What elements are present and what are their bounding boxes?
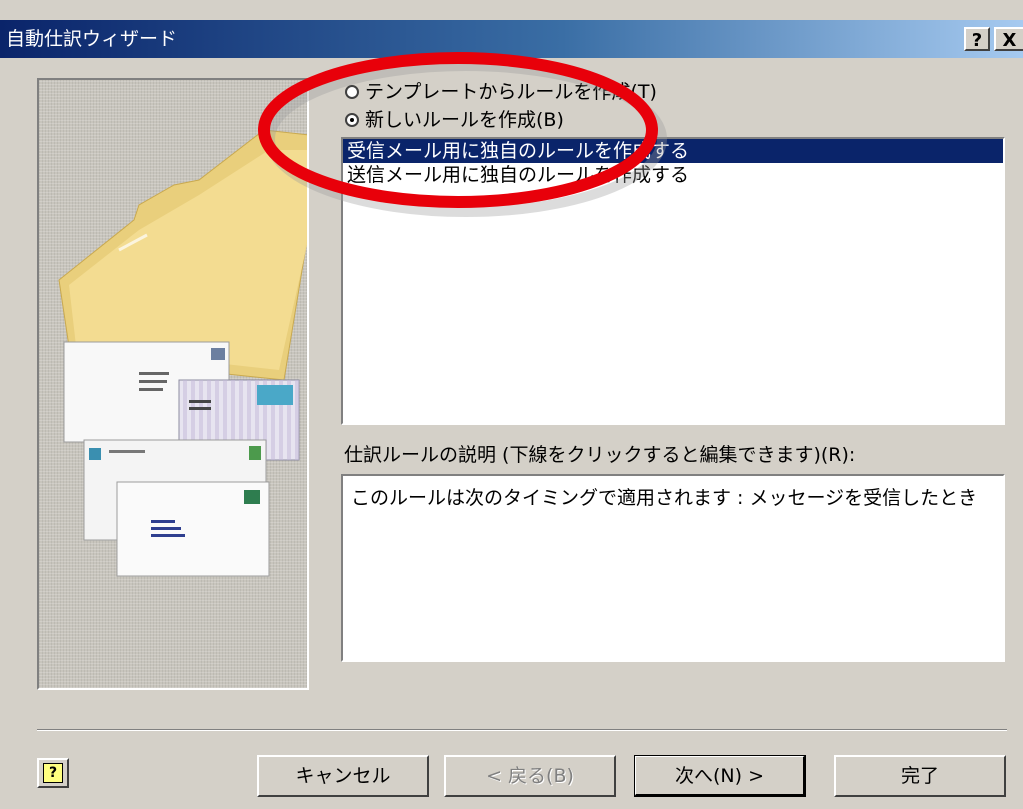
help-icon: ? bbox=[43, 763, 63, 783]
list-item[interactable]: 送信メール用に独自のルールを作成する bbox=[343, 163, 1003, 187]
rules-wizard-dialog: 自動仕訳ウィザード ? X テンプレートからルールを作成(T) 新しいルールを作… bbox=[0, 0, 1023, 809]
finish-button[interactable]: 完了 bbox=[834, 755, 1006, 797]
window-title: 自動仕訳ウィザード bbox=[6, 28, 178, 50]
envelope-icon bbox=[116, 481, 270, 577]
title-bar: 自動仕訳ウィザード ? X bbox=[0, 20, 1023, 58]
rule-type-list[interactable]: 受信メール用に独自のルールを作成する 送信メール用に独自のルールを作成する bbox=[341, 137, 1005, 425]
back-button[interactable]: < 戻る(B) bbox=[444, 755, 616, 797]
cancel-button[interactable]: キャンセル bbox=[257, 755, 429, 797]
radio-new-rule[interactable]: 新しいルールを作成(B) bbox=[345, 108, 564, 132]
divider bbox=[37, 729, 1007, 731]
next-button[interactable]: 次へ(N) > bbox=[634, 755, 806, 797]
title-help-button[interactable]: ? bbox=[964, 27, 990, 51]
title-close-button[interactable]: X bbox=[994, 27, 1023, 51]
radio-from-template-label: テンプレートからルールを作成(T) bbox=[365, 81, 657, 103]
rule-description-label: 仕訳ルールの説明 (下線をクリックすると編集できます)(R): bbox=[344, 444, 856, 466]
radio-new-rule-label: 新しいルールを作成(B) bbox=[365, 109, 564, 131]
radio-from-template[interactable]: テンプレートからルールを作成(T) bbox=[345, 80, 657, 104]
list-item[interactable]: 受信メール用に独自のルールを作成する bbox=[343, 139, 1003, 163]
help-button[interactable]: ? bbox=[37, 758, 69, 788]
rule-description-text: このルールは次のタイミングで適用されます : メッセージを受信したとき bbox=[351, 487, 978, 509]
radio-button-selected-icon[interactable] bbox=[345, 113, 359, 127]
rule-description-box[interactable]: このルールは次のタイミングで適用されます : メッセージを受信したとき bbox=[341, 474, 1005, 662]
folder-and-envelopes-illustration bbox=[58, 129, 307, 577]
wizard-illustration bbox=[37, 78, 309, 690]
radio-button-icon[interactable] bbox=[345, 85, 359, 99]
